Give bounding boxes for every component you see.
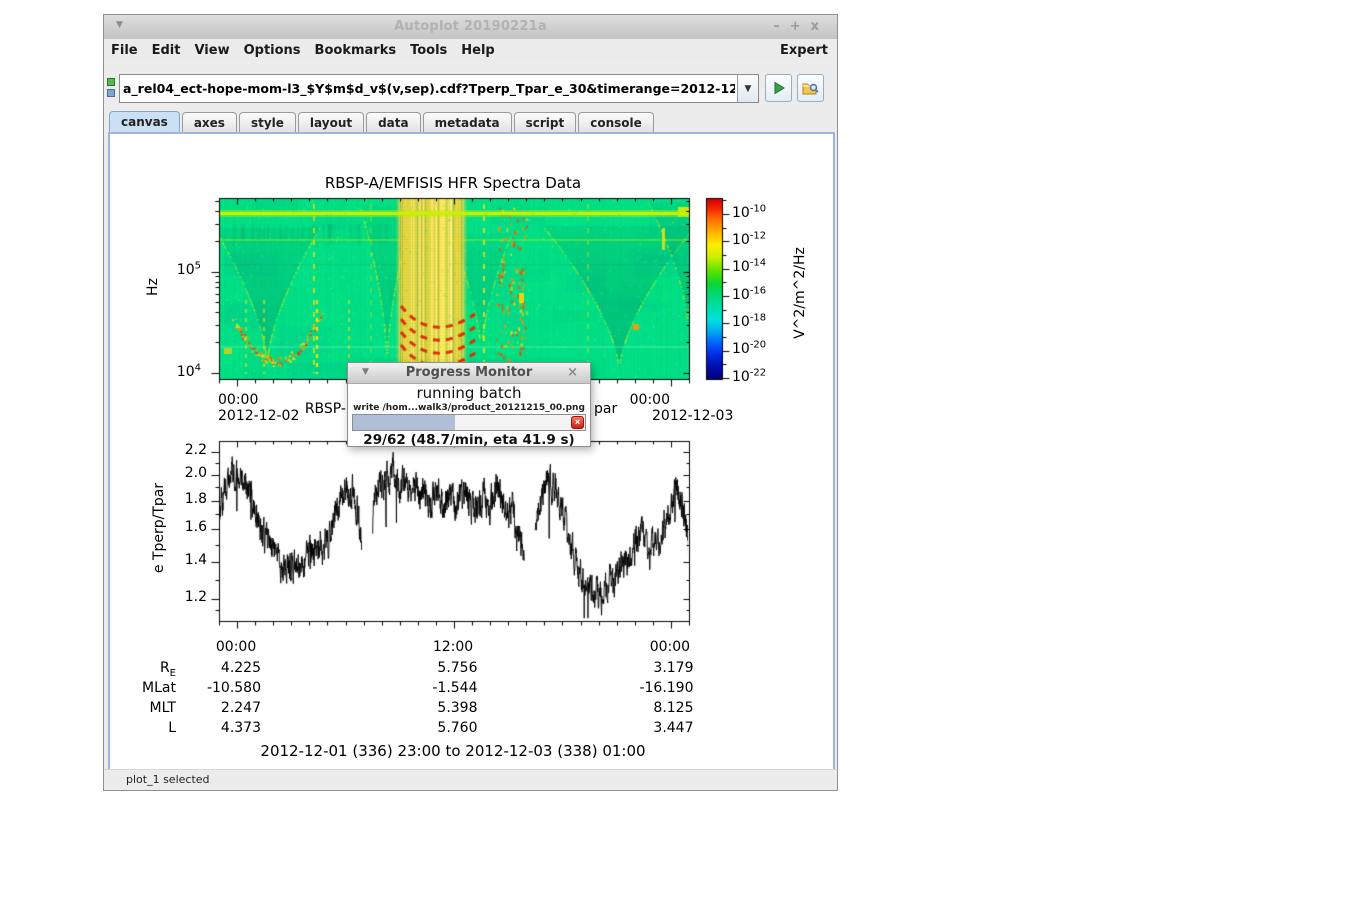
- tab-layout[interactable]: layout: [298, 112, 364, 132]
- window-titlebar[interactable]: ▼ Autoplot 20190221a –+x: [104, 15, 837, 40]
- menu-bar: FileEditViewOptionsBookmarksToolsHelp Ex…: [104, 39, 837, 62]
- annotation-value: -10.580: [151, 680, 261, 696]
- uri-input[interactable]: [120, 75, 737, 102]
- colorbar-tick-label: 10-20: [732, 340, 766, 358]
- tab-metadata[interactable]: metadata: [423, 112, 512, 132]
- plot-element-green-icon[interactable]: [107, 78, 115, 86]
- expert-mode-label[interactable]: Expert: [780, 43, 837, 58]
- progress-bar: ×: [352, 414, 586, 431]
- hz-tick-label: 105: [150, 261, 201, 279]
- minimize-icon[interactable]: –: [773, 19, 790, 34]
- timerange-footer: 2012-12-01 (336) 23:00 to 2012-12-03 (33…: [218, 742, 688, 760]
- tperp-tpar-tick-label: 2.0: [160, 465, 207, 481]
- menu-file[interactable]: File: [104, 43, 145, 58]
- colorbar-tick-label: 10-16: [732, 285, 766, 303]
- progress-monitor-dialog: ▼ Progress Monitor × running batch write…: [347, 362, 591, 447]
- tab-bar: canvasaxesstylelayoutdatametadatascriptc…: [104, 111, 837, 132]
- menu-view[interactable]: View: [187, 43, 236, 58]
- progress-dialog-titlebar[interactable]: ▼ Progress Monitor ×: [348, 363, 590, 384]
- annotation-value: 4.373: [151, 720, 261, 736]
- tperp-tpar-tick-label: 1.6: [160, 519, 207, 535]
- annotation-value: 5.760: [368, 720, 478, 736]
- annotation-value: -16.190: [584, 680, 694, 696]
- tab-console[interactable]: console: [578, 112, 654, 132]
- spectrogram-title: RBSP-A/EMFISIS HFR Spectra Data: [218, 174, 688, 192]
- plot-element-icons: [107, 78, 117, 100]
- tperp-tpar-tick-label: 1.8: [160, 491, 207, 507]
- annotation-value: 3.447: [584, 720, 694, 736]
- tab-style[interactable]: style: [239, 112, 296, 132]
- hz-tick-label: 104: [150, 362, 201, 380]
- tab-script[interactable]: script: [514, 112, 577, 132]
- plot-element-blue-icon[interactable]: [107, 89, 115, 97]
- progress-dialog-title: Progress Monitor: [348, 365, 590, 380]
- timeseries-title-fragment-left: RBSP-: [246, 401, 346, 417]
- progress-detail-text: write /hom...walk3/product_20121215_00.p…: [348, 403, 590, 413]
- progress-count-text: 29/62 (48.7/min, eta 41.9 s): [348, 432, 590, 448]
- colorbar-tick-label: 10-14: [732, 258, 766, 276]
- folder-search-icon: [802, 81, 819, 96]
- colorbar-tick-label: 10-18: [732, 312, 766, 330]
- annotation-value: 5.398: [368, 700, 478, 716]
- status-message: plot_1 selected: [126, 773, 210, 786]
- time-tick-label: 12:00: [413, 639, 493, 655]
- stop-button[interactable]: ×: [571, 416, 584, 429]
- annotation-value: 2.247: [151, 700, 261, 716]
- tperp-tpar-tick-label: 1.2: [160, 589, 207, 605]
- dialog-close-icon[interactable]: ×: [567, 365, 578, 380]
- uri-dropdown-button[interactable]: ▼: [737, 75, 758, 102]
- autoplot-window: ▼ Autoplot 20190221a –+x FileEditViewOpt…: [103, 14, 838, 791]
- tab-axes[interactable]: axes: [182, 112, 237, 132]
- colorbar-tick-label: 10-12: [732, 230, 766, 248]
- tab-data[interactable]: data: [366, 112, 421, 132]
- canvas-tab-panel: RBSP-A/EMFISIS HFR Spectra Data Hz 105 10…: [108, 132, 835, 771]
- address-toolbar: ▼: [104, 61, 837, 111]
- progress-task-label: running batch: [348, 384, 590, 402]
- annotation-value: 3.179: [584, 660, 694, 676]
- uri-combobox: ▼: [119, 74, 759, 103]
- status-bar: plot_1 selected: [104, 769, 837, 790]
- annotation-value: -1.544: [368, 680, 478, 696]
- progress-bar-fill: [353, 415, 455, 430]
- menu-bookmarks[interactable]: Bookmarks: [308, 43, 404, 58]
- spectrogram-xtick-right-date: 2012-12-03: [652, 408, 733, 424]
- timeseries-title-fragment-right: par: [594, 401, 617, 417]
- close-icon[interactable]: x: [811, 19, 829, 34]
- menu-items: FileEditViewOptionsBookmarksToolsHelp: [104, 43, 502, 58]
- colorbar-tick-label: 10-22: [732, 367, 766, 385]
- inspect-uri-button[interactable]: [797, 74, 824, 102]
- go-button[interactable]: [765, 74, 792, 102]
- spectrogram-yaxis-label: Hz: [145, 278, 161, 296]
- time-tick-label: 00:00: [630, 639, 710, 655]
- maximize-icon[interactable]: +: [790, 19, 811, 34]
- menu-edit[interactable]: Edit: [145, 43, 188, 58]
- menu-help[interactable]: Help: [454, 43, 501, 58]
- time-tick-label: 00:00: [196, 639, 276, 655]
- play-icon: [772, 81, 786, 95]
- plot-canvas-area[interactable]: RBSP-A/EMFISIS HFR Spectra Data Hz 105 10…: [110, 134, 833, 769]
- menu-tools[interactable]: Tools: [403, 43, 454, 58]
- annotation-value: 4.225: [151, 660, 261, 676]
- window-title: Autoplot 20190221a: [104, 19, 837, 34]
- colorbar-axis-label: V^2/m^2/Hz: [792, 247, 808, 339]
- tperp-tpar-tick-label: 2.2: [160, 442, 207, 458]
- colorbar-tick-label: 10-10: [732, 203, 766, 221]
- annotation-value: 8.125: [584, 700, 694, 716]
- annotation-value: 5.756: [368, 660, 478, 676]
- tab-canvas[interactable]: canvas: [109, 111, 180, 132]
- menu-options[interactable]: Options: [237, 43, 308, 58]
- window-controls: –+x: [773, 19, 829, 34]
- tperp-tpar-tick-label: 1.4: [160, 552, 207, 568]
